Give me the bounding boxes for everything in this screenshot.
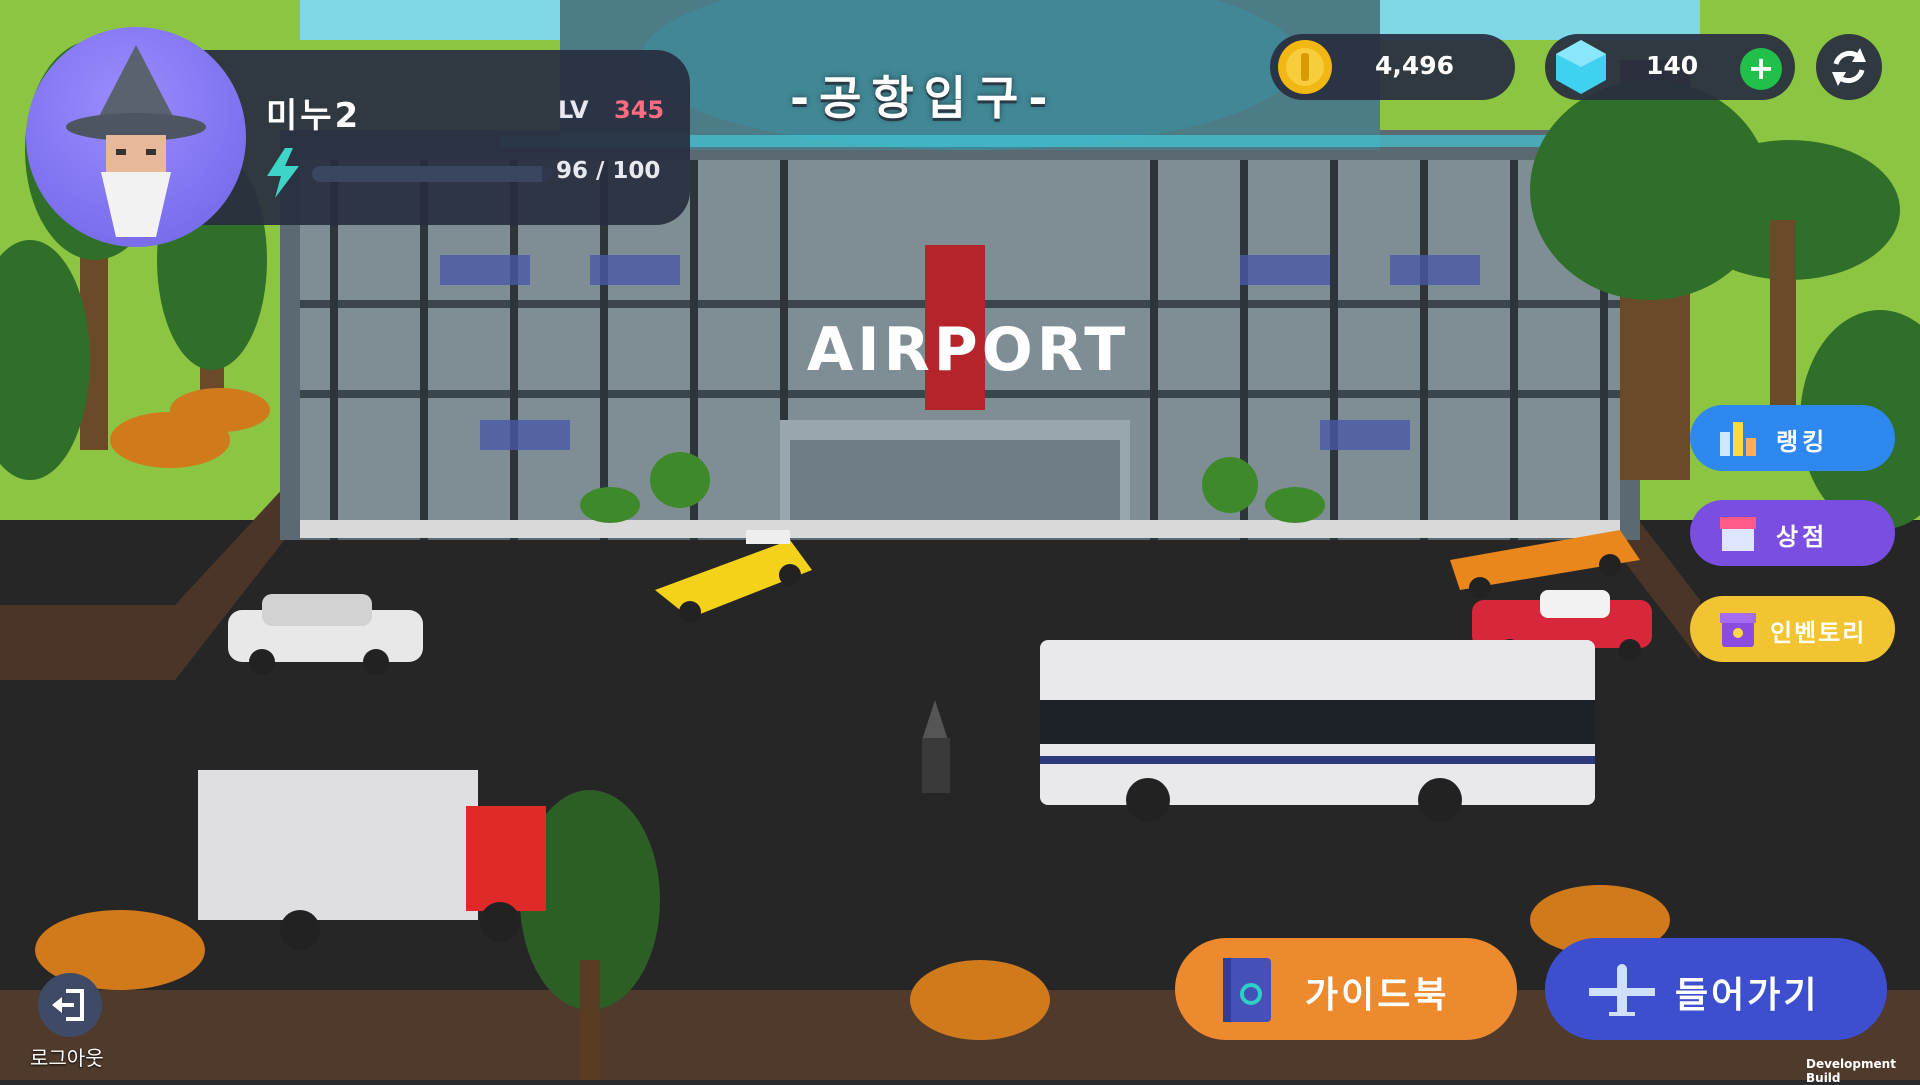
guidebook-label: 가이드북 (1305, 975, 1450, 1016)
level-label: LV (558, 96, 589, 124)
guidebook-button[interactable]: 가이드북 (1175, 938, 1517, 1040)
gem-amount: 140 (1646, 51, 1699, 80)
energy-bar (312, 166, 552, 182)
location-title: -공항입구- (790, 71, 1058, 125)
enter-button[interactable]: 들어가기 (1545, 938, 1887, 1040)
coin-amount: 4,496 (1375, 51, 1455, 80)
logout-icon (52, 989, 84, 1021)
gem-icon (1552, 38, 1610, 100)
enter-label: 들어가기 (1675, 975, 1820, 1016)
airplane-icon (1587, 962, 1657, 1022)
logout-label: 로그아웃 (30, 1046, 104, 1070)
inventory-label: 인벤토리 (1770, 619, 1867, 647)
lightning-icon (263, 148, 303, 202)
energy-text: 96 / 100 (556, 158, 661, 184)
building-sign: AIRPORT (807, 315, 1129, 385)
player-avatar[interactable] (26, 27, 246, 247)
ranking-button[interactable]: 랭킹 (1690, 405, 1895, 471)
book-icon (1219, 956, 1275, 1028)
wizard-avatar-icon (66, 45, 206, 237)
inventory-button[interactable]: 인벤토리 (1690, 596, 1895, 662)
development-build-label: Development Build (1806, 1057, 1896, 1085)
refresh-button[interactable] (1816, 34, 1882, 100)
refresh-icon (1832, 48, 1866, 86)
bus (1040, 640, 1595, 822)
ranking-icon (1718, 418, 1758, 462)
shop-button[interactable]: 상점 (1690, 500, 1895, 566)
player-name: 미누2 (266, 96, 362, 136)
shop-label: 상점 (1776, 523, 1829, 551)
level-value: 345 (614, 96, 665, 124)
energy-bar-fill (312, 166, 543, 182)
logout-button[interactable] (38, 973, 102, 1037)
shop-icon (1718, 513, 1758, 557)
coin-icon (1275, 37, 1335, 97)
inventory-icon (1718, 609, 1758, 653)
ranking-label: 랭킹 (1776, 428, 1829, 456)
add-gems-button[interactable]: + (1740, 48, 1782, 90)
